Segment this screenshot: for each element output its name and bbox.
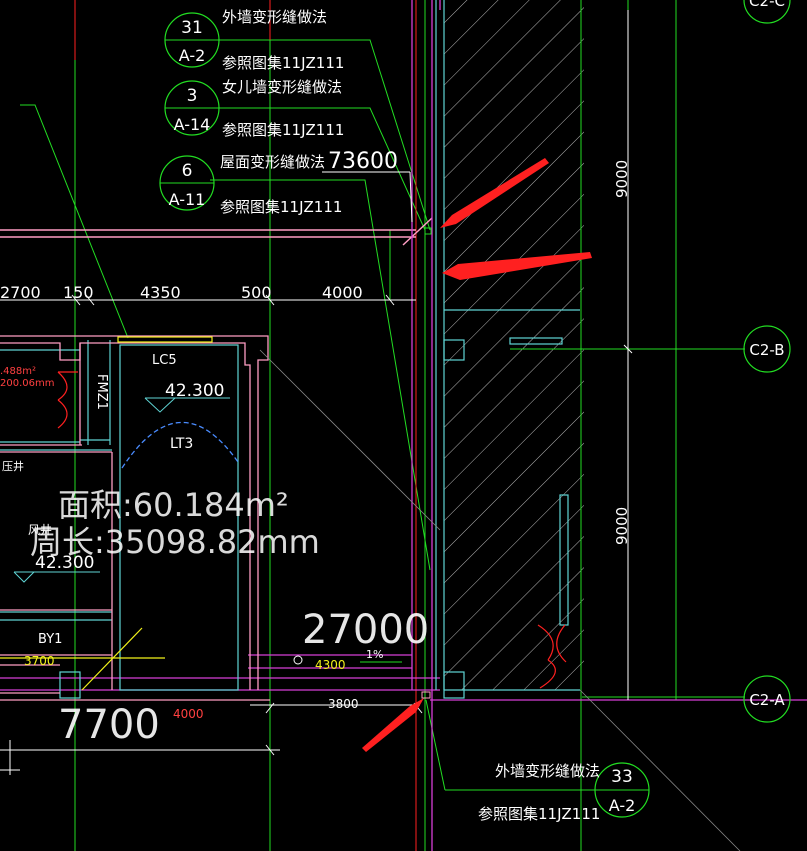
dim-500: 500 <box>241 283 272 302</box>
perimeter-small-label: 200.06mm <box>0 378 54 389</box>
axis-label: C2-A <box>749 691 785 709</box>
perimeter-readout: 周长:35098.82mm <box>30 523 320 561</box>
door-label-fmz1: FMZ1 <box>94 374 109 410</box>
callout-title: 外墙变形缝做法 <box>222 8 327 26</box>
dim-150: 150 <box>63 283 94 302</box>
dim-4350: 4350 <box>140 283 181 302</box>
level-value-1: 42.300 <box>165 381 224 401</box>
big-dim-27000: 27000 <box>302 607 429 653</box>
dimension-texts-top: 2700 150 4350 500 4000 <box>0 283 363 302</box>
axis-c2-a[interactable]: C2-A <box>743 675 791 723</box>
dim-3700: 3700 <box>24 654 55 668</box>
dim-3800: 3800 <box>328 697 359 711</box>
well-label: 压井 <box>2 459 24 473</box>
axis-c2-b[interactable]: C2-B <box>743 325 791 373</box>
elevation-value: 73600 <box>328 149 398 174</box>
dim-2700: 2700 <box>0 283 41 302</box>
roof-slab-lines <box>0 217 433 246</box>
dimension-lines-vertical <box>623 10 633 700</box>
big-dim-7700: 7700 <box>58 702 160 748</box>
callout-sheet-ref: A-14 <box>174 115 211 134</box>
callout-source: 参照图集11JZ111 <box>478 805 600 823</box>
callout-source: 参照图集11JZ111 <box>222 54 344 72</box>
dim-4000: 4000 <box>322 283 363 302</box>
callout-number: 6 <box>182 161 193 181</box>
stair-label-lt3: LT3 <box>170 436 193 452</box>
dim-9000-upper: 9000 <box>613 160 631 198</box>
callout-sheet-ref: A-11 <box>169 190 206 209</box>
axis-label: C2-B <box>749 341 784 359</box>
axis-label: C2-C <box>749 0 785 10</box>
callout-source: 参照图集11JZ111 <box>222 121 344 139</box>
callout-33[interactable]: 33 A-2 外墙变形缝做法 参照图集11JZ111 <box>478 762 650 823</box>
callout-title: 外墙变形缝做法 <box>495 762 600 780</box>
callout-title: 女儿墙变形缝做法 <box>222 78 342 96</box>
callout-number: 31 <box>181 18 203 38</box>
dim-4300: 4300 <box>315 658 346 672</box>
callout-number: 33 <box>611 767 633 787</box>
area-small-label: .488m² <box>0 366 36 377</box>
callout-sheet-ref: A-2 <box>609 796 636 815</box>
callout-title: 屋面变形缝做法 <box>220 153 325 171</box>
callout-sheet-ref: A-2 <box>179 46 206 65</box>
joint-marker-bottom <box>421 691 431 699</box>
axis-c2-c[interactable]: C2-C <box>743 0 791 24</box>
hatched-shaft-area <box>444 0 584 690</box>
room-label-by1: BY1 <box>38 632 62 647</box>
callout-source: 参照图集11JZ111 <box>220 198 342 216</box>
drain-symbol <box>293 655 303 665</box>
window-label-lc5: LC5 <box>152 353 177 368</box>
callout-6[interactable]: 6 A-11 屋面变形缝做法 参照图集11JZ111 <box>159 153 342 216</box>
cad-drawing-canvas[interactable]: 31 A-2 外墙变形缝做法 参照图集11JZ111 3 A-14 女儿墙变形缝… <box>0 0 807 851</box>
dim-4000-bottom: 4000 <box>173 707 204 721</box>
dim-9000-lower: 9000 <box>613 507 631 545</box>
area-readout: 面积:60.184m² <box>58 486 289 524</box>
callout-number: 3 <box>187 86 198 106</box>
red-arrow-3 <box>362 698 424 752</box>
